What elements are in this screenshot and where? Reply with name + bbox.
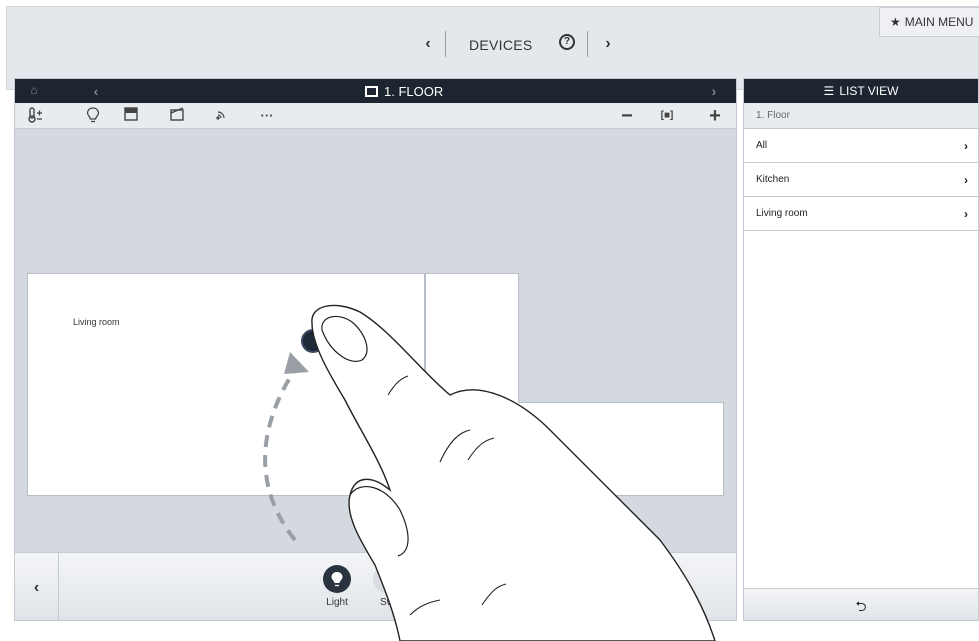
sensor-signal-icon[interactable]: [213, 107, 233, 125]
list-item-living-room[interactable]: Living room ›: [744, 197, 978, 231]
list-item-all[interactable]: All ›: [744, 129, 978, 163]
device-light[interactable]: Light: [315, 565, 359, 608]
chevron-right-icon: ›: [964, 173, 968, 187]
list-view-panel: ☰ LIST VIEW 1. Floor All › Kitchen › Livi…: [743, 78, 979, 621]
zoom-out-button[interactable]: −: [617, 106, 637, 126]
list-view-titlebar[interactable]: ☰ LIST VIEW: [744, 79, 978, 103]
thermometer-icon[interactable]: [25, 107, 45, 125]
room-living-room[interactable]: [27, 273, 425, 496]
wall-line: [425, 273, 426, 496]
switch-icon: [373, 565, 401, 593]
blind-icon[interactable]: [121, 107, 141, 125]
room-label: Living room: [73, 317, 120, 327]
list-item-label: Kitchen: [756, 174, 790, 185]
list-view-title: LIST VIEW: [839, 84, 899, 98]
help-icon[interactable]: ?: [559, 34, 575, 50]
floorplan-icon: [365, 86, 378, 97]
main-menu-button[interactable]: ★ MAIN MENU: [879, 7, 979, 37]
divider: [587, 31, 588, 57]
bottom-prev-button[interactable]: ‹: [15, 553, 59, 620]
list-item-label: All: [756, 140, 768, 151]
fit-to-screen-button[interactable]: [■]: [655, 107, 679, 125]
list-item-label: Living room: [756, 208, 808, 219]
device-light-label: Light: [326, 597, 348, 608]
main-menu-label: MAIN MENU: [904, 15, 974, 29]
door-icon[interactable]: [167, 107, 187, 125]
device-bottom-bar: ‹ Light Sw: [15, 552, 736, 620]
light-bulb-icon[interactable]: [83, 107, 103, 125]
list-view-header: 1. Floor: [744, 103, 978, 129]
next-section-button[interactable]: ›: [595, 31, 621, 57]
room-area[interactable]: [425, 402, 724, 496]
divider: [445, 31, 446, 57]
back-arrow-icon: ⮌: [855, 598, 867, 614]
list-back-button[interactable]: ⮌: [744, 588, 978, 620]
more-options-button[interactable]: ···: [257, 107, 277, 125]
app-window: ‹ DEVICES ? › ★MAIN MENU ⌂ ‹ 1. FLOOR ›: [0, 0, 979, 641]
device-filter-toolbar: ··· − [■] +: [15, 103, 736, 129]
device-switch[interactable]: Sw: [365, 565, 409, 608]
wall-line: [518, 402, 724, 403]
page-title: DEVICES: [469, 37, 533, 53]
floor-back-button[interactable]: ‹: [87, 83, 105, 99]
floor-title-label: 1. FLOOR: [384, 84, 444, 99]
previous-section-button[interactable]: ‹: [415, 31, 441, 57]
home-icon[interactable]: ⌂: [25, 83, 43, 99]
zoom-in-button[interactable]: +: [705, 106, 725, 126]
device-marker[interactable]: [301, 329, 325, 353]
room-area[interactable]: [425, 273, 519, 403]
floorplan-canvas[interactable]: [15, 129, 736, 552]
light-bulb-icon: [323, 565, 351, 593]
star-icon: ★: [890, 15, 901, 29]
floor-forward-button[interactable]: ›: [705, 83, 723, 99]
list-item-kitchen[interactable]: Kitchen ›: [744, 163, 978, 197]
chevron-right-icon: ›: [964, 139, 968, 153]
list-icon: ☰: [823, 84, 835, 98]
chevron-right-icon: ›: [964, 207, 968, 221]
floorplan-titlebar: ⌂ ‹ 1. FLOOR ›: [15, 79, 736, 103]
device-switch-label: Sw: [380, 597, 394, 608]
floorplan-panel: ⌂ ‹ 1. FLOOR › ··· − [■] + Living room ‹…: [14, 78, 737, 621]
floor-title: 1. FLOOR: [365, 84, 443, 99]
